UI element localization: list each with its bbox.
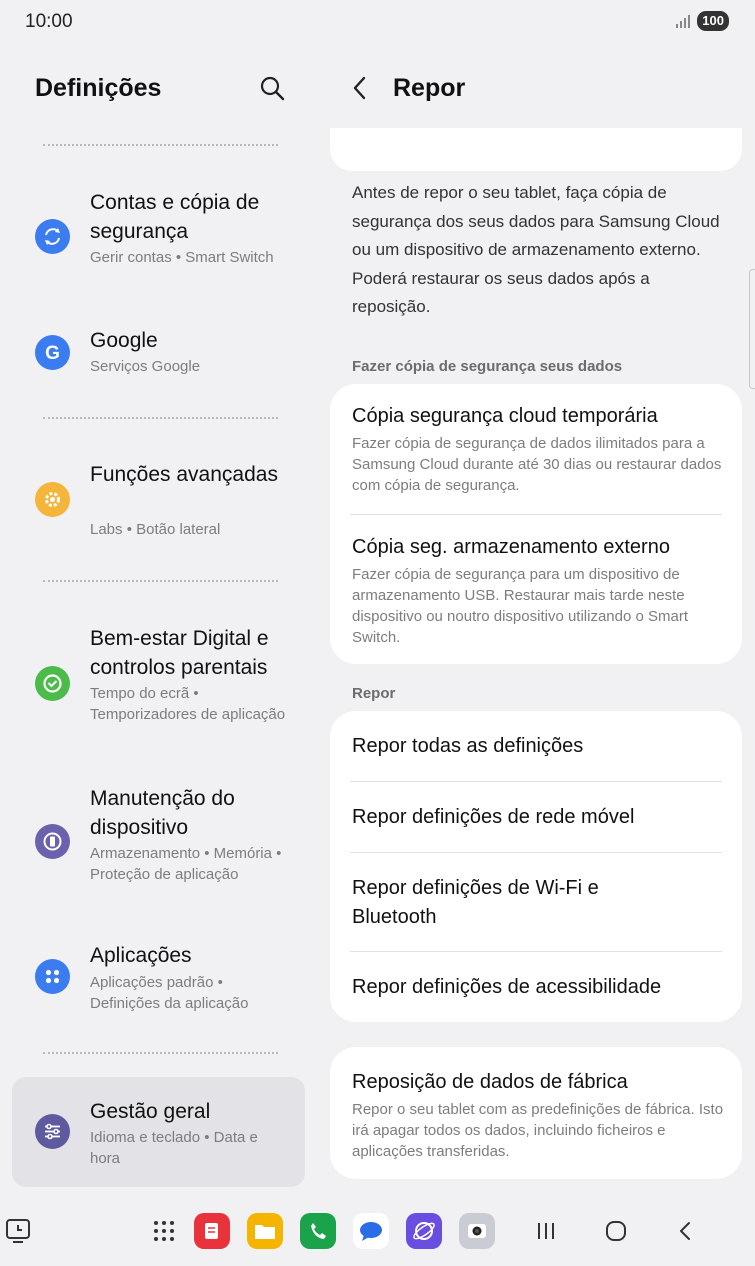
backup-external-item[interactable]: Cópia seg. armazenamento externo Fazer c…: [352, 533, 724, 648]
menu-item-device-care[interactable]: Manutenção do dispositivo Armazenamento …: [12, 778, 305, 910]
sync-icon: [35, 219, 70, 254]
menu-item-title: Contas e cópia de segurança: [90, 191, 260, 243]
menu-item-subtitle: Gerir contas • Smart Switch: [90, 249, 274, 266]
divider: [350, 781, 722, 782]
row-title: Cópia segurança cloud temporária: [352, 405, 658, 427]
menu-item-google[interactable]: G Google Serviços Google: [12, 324, 305, 384]
recent-apps-panel-icon[interactable]: [0, 1213, 36, 1249]
wellbeing-icon: [35, 666, 70, 701]
taskbar: [0, 1195, 755, 1266]
status-bar: 10:00 100: [0, 0, 755, 44]
menu-item-subtitle: Aplicações padrão • Definições da aplica…: [90, 974, 249, 1012]
menu-item-advanced-features[interactable]: Funções avançadas Labs • Botão lateral: [12, 454, 305, 546]
notes-app-icon[interactable]: [194, 1213, 230, 1249]
menu-item-title: Bem-estar Digital e controlos parentais: [90, 627, 269, 679]
scrollbar[interactable]: [749, 269, 755, 389]
reset-panel: Repor Antes de repor o seu tablet, faça …: [318, 44, 755, 1194]
apps-icon: [35, 959, 70, 994]
menu-item-title: Aplicações: [90, 944, 192, 967]
home-nav-icon[interactable]: [598, 1213, 634, 1249]
menu-item-subtitle: Labs • Botão lateral: [90, 521, 221, 538]
row-title: Repor definições de acessibilidade: [352, 976, 662, 998]
signal-icon: [676, 15, 691, 28]
row-title: Repor definições de rede móvel: [352, 806, 635, 828]
divider: [43, 580, 278, 582]
menu-item-digital-wellbeing[interactable]: Bem-estar Digital e controlos parentais …: [12, 618, 305, 750]
divider: [43, 1052, 278, 1054]
battery-badge: 100: [697, 11, 729, 31]
phone-app-icon[interactable]: [300, 1213, 336, 1249]
row-subtitle: Fazer cópia de segurança de dados ilimit…: [352, 435, 722, 494]
menu-item-title: Funções avançadas: [90, 463, 278, 486]
backup-card: Cópia segurança cloud temporária Fazer c…: [330, 384, 742, 664]
settings-list-panel: Definições Contas e cópia de segurança G…: [0, 44, 318, 1194]
reset-illustration-card: [330, 128, 742, 171]
search-icon[interactable]: [257, 74, 287, 104]
device-care-icon: [35, 824, 70, 859]
menu-item-subtitle: Armazenamento • Memória • Proteção de ap…: [90, 845, 282, 883]
section-label-backup: Fazer cópia de segurança seus dados: [352, 358, 623, 375]
sliders-icon: [35, 1114, 70, 1149]
row-title: Cópia seg. armazenamento externo: [352, 536, 670, 558]
section-label-reset: Repor: [352, 685, 396, 702]
factory-reset-item[interactable]: Reposição de dados de fábrica Repor o se…: [352, 1068, 724, 1162]
menu-item-subtitle: Idioma e teclado • Data e hora: [90, 1129, 258, 1167]
internet-app-icon[interactable]: [406, 1213, 442, 1249]
divider: [350, 514, 722, 515]
menu-item-subtitle: Serviços Google: [90, 358, 201, 375]
google-icon: G: [35, 335, 70, 370]
menu-item-title: Gestão geral: [90, 1100, 211, 1123]
reset-accessibility-item[interactable]: Repor definições de acessibilidade: [352, 973, 724, 1002]
menu-item-accounts-backup[interactable]: Contas e cópia de segurança Gerir contas…: [12, 182, 305, 294]
row-subtitle: Fazer cópia de segurança para um disposi…: [352, 566, 689, 646]
menu-item-title: Manutenção do dispositivo: [90, 787, 235, 839]
backup-cloud-item[interactable]: Cópia segurança cloud temporária Fazer c…: [352, 402, 724, 496]
reset-all-settings-item[interactable]: Repor todas as definições: [352, 732, 724, 761]
back-arrow-icon[interactable]: [348, 75, 374, 101]
menu-item-subtitle: Tempo do ecrã • Temporizadores de aplica…: [90, 685, 286, 723]
divider: [43, 144, 278, 146]
menu-item-title: Google: [90, 329, 158, 352]
camera-app-icon[interactable]: [459, 1213, 495, 1249]
app-drawer-icon[interactable]: [146, 1213, 182, 1249]
status-time: 10:00: [25, 11, 73, 32]
divider: [350, 951, 722, 952]
menu-item-apps[interactable]: Aplicações Aplicações padrão • Definiçõe…: [12, 938, 305, 1018]
messages-app-icon[interactable]: [353, 1213, 389, 1249]
page-title: Definições: [35, 74, 162, 102]
divider: [350, 852, 722, 853]
page-title: Repor: [393, 74, 466, 102]
row-title: Reposição de dados de fábrica: [352, 1071, 628, 1093]
menu-item-general-management[interactable]: Gestão geral Idioma e teclado • Data e h…: [12, 1077, 305, 1187]
reset-card: Repor todas as definições Repor definiçõ…: [330, 711, 742, 1022]
back-nav-icon[interactable]: [668, 1213, 704, 1249]
reset-mobile-network-item[interactable]: Repor definições de rede móvel: [352, 803, 724, 832]
svg-text:G: G: [45, 343, 60, 364]
row-title: Repor definições de Wi-Fi e Bluetooth: [352, 877, 599, 928]
status-icons: 100: [675, 11, 729, 31]
gear-plus-icon: [35, 482, 70, 517]
reset-wifi-bluetooth-item[interactable]: Repor definições de Wi-Fi e Bluetooth: [352, 874, 652, 932]
row-subtitle: Repor o seu tablet com as predefinições …: [352, 1101, 724, 1160]
factory-reset-card: Reposição de dados de fábrica Repor o se…: [330, 1047, 742, 1179]
divider: [43, 417, 278, 419]
reset-intro-text: Antes de repor o seu tablet, faça cópia …: [352, 183, 720, 316]
recents-nav-icon[interactable]: [528, 1213, 564, 1249]
files-app-icon[interactable]: [247, 1213, 283, 1249]
row-title: Repor todas as definições: [352, 735, 584, 757]
